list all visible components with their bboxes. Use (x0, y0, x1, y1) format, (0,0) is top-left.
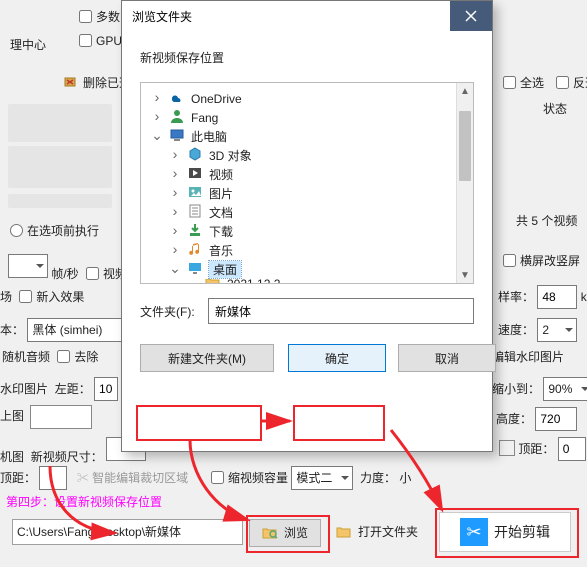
twisty-icon[interactable]: › (151, 93, 163, 105)
twisty-icon[interactable]: › (169, 150, 181, 162)
left-distance-input[interactable] (94, 377, 118, 401)
folder-name-input[interactable] (208, 298, 474, 324)
speed-dropdown[interactable]: 2 (537, 318, 577, 342)
thispc-icon (169, 127, 185, 146)
top-distance2-input[interactable] (39, 466, 67, 490)
blur-area (8, 146, 112, 188)
tree-item-label: 音乐 (209, 242, 233, 259)
tree-item[interactable]: › OneDrive (151, 89, 467, 108)
scroll-down-arrow[interactable]: ▼ (457, 267, 473, 283)
close-icon (465, 10, 477, 22)
folder-search-icon (262, 525, 278, 541)
fps-dropdown[interactable] (8, 254, 48, 278)
cancel-button[interactable]: 取消 (398, 344, 496, 372)
twisty-icon[interactable]: ⌄ (169, 264, 181, 276)
remove-checkbox[interactable] (57, 350, 70, 363)
tree-item[interactable]: › 文档 (151, 203, 467, 222)
dialog-titlebar[interactable]: 浏览文件夹 (122, 1, 492, 31)
tree-item[interactable]: › 3D 对象 (151, 146, 467, 165)
shangtu-label: 上图 (0, 407, 24, 424)
tree-item[interactable]: ⌄ 桌面 (151, 260, 467, 279)
folder-tree[interactable]: ›OneDrive›Fang⌄此电脑›3D 对象›视频›图片›文档›下载›音乐⌄… (140, 82, 474, 284)
tree-item-label: Fang (191, 111, 218, 125)
music-icon (187, 241, 203, 260)
horiz2vert-checkbox[interactable] (503, 254, 516, 267)
scroll-up-arrow[interactable]: ▲ (457, 83, 473, 99)
obj3d-icon (187, 146, 203, 165)
scissors-icon: ✂ (460, 518, 488, 546)
tree-item[interactable]: › 视频 (151, 165, 467, 184)
status-label: 状态 (543, 100, 567, 117)
dialog-title: 浏览文件夹 (132, 8, 192, 25)
tree-item-label: 下载 (209, 223, 233, 240)
tree-item-label: 桌面 (209, 261, 241, 278)
invert-select-checkbox[interactable] (556, 76, 569, 89)
pictures-icon (187, 184, 203, 203)
tree-item-label: 视频 (209, 166, 233, 183)
scroll-thumb[interactable] (459, 111, 471, 181)
onedrive-icon (169, 89, 185, 108)
sample-rate-input[interactable] (537, 285, 577, 309)
twisty-icon[interactable]: ⌄ (151, 131, 163, 143)
mode-dropdown[interactable]: 模式二 (291, 466, 353, 490)
open-folder-button[interactable]: 打开文件夹 (329, 519, 425, 545)
delete-icon (63, 75, 79, 91)
mgr-center-label: 理中心 (10, 36, 46, 53)
twisty-icon[interactable]: › (169, 245, 181, 257)
blur-area (8, 104, 112, 142)
height-input[interactable] (535, 407, 577, 431)
tree-item[interactable]: › 音乐 (151, 241, 467, 260)
shangtu-dropzone[interactable] (30, 405, 92, 429)
docs-icon (187, 203, 203, 222)
tree-item[interactable]: › 图片 (151, 184, 467, 203)
user-icon (169, 108, 185, 127)
browse-button[interactable]: 浏览 (249, 519, 321, 547)
tree-item-label: 3D 对象 (209, 147, 252, 164)
save-path-input[interactable]: C:\Users\Fang\Desktop\新媒体 (12, 519, 243, 545)
xinru-effect-checkbox[interactable] (19, 290, 32, 303)
gpu-checkbox[interactable] (79, 34, 92, 47)
twisty-icon[interactable]: › (169, 188, 181, 200)
browse-folder-dialog: 浏览文件夹 新视频保存位置 › OneDrive › Fang ⌄ 此电脑 › 3D 对象 › 视… (121, 0, 493, 452)
duoshu-checkbox[interactable] (79, 10, 92, 23)
twisty-icon[interactable]: › (151, 112, 163, 124)
blur-area (8, 194, 112, 208)
start-clip-button[interactable]: ✂ 开始剪辑 (439, 512, 571, 552)
count-label: 共 5 个视频 (516, 212, 577, 229)
tree-item-label: 2021.12.2 (227, 279, 280, 284)
shrink-dropdown[interactable]: 90% (543, 377, 587, 401)
new-folder-button[interactable]: 新建文件夹(M) (140, 344, 274, 372)
tree-item[interactable]: ⌄ 此电脑 (151, 127, 467, 146)
folder-open-icon (336, 524, 352, 540)
tree-item-label: 文档 (209, 204, 233, 221)
tree-item-label: OneDrive (191, 92, 242, 106)
video-sharp-checkbox[interactable] (86, 267, 99, 280)
folder-field-label: 文件夹(F): (140, 303, 198, 320)
tree-item-label: 图片 (209, 185, 233, 202)
edit-watermark-link[interactable]: 编辑水印图片 (492, 348, 564, 365)
top-distance-input[interactable] (558, 437, 586, 461)
desktop-icon (187, 260, 203, 279)
select-all-checkbox[interactable] (503, 76, 516, 89)
tree-item-label: 此电脑 (191, 128, 227, 145)
dialog-close-button[interactable] (450, 1, 492, 31)
downloads-icon (187, 222, 203, 241)
twisty-icon[interactable]: › (169, 226, 181, 238)
dialog-message: 新视频保存位置 (122, 31, 492, 74)
folder-icon (205, 279, 221, 284)
before-option-radio[interactable] (10, 224, 23, 237)
tree-item[interactable]: 2021.12.2 (151, 279, 467, 284)
tree-item[interactable]: › Fang (151, 108, 467, 127)
tree-scrollbar[interactable]: ▲ ▼ (456, 83, 473, 283)
label: 多数 (96, 10, 120, 24)
videos-icon (187, 165, 203, 184)
shrink-video-checkbox[interactable] (211, 471, 224, 484)
ok-button[interactable]: 确定 (288, 344, 386, 372)
font-dropdown[interactable]: 黑体 (simhei) (27, 318, 133, 342)
twisty-icon[interactable]: › (169, 207, 181, 219)
color-swatch[interactable] (499, 440, 515, 456)
step4-text: 第四步：设置新视频保存位置 (6, 493, 162, 510)
tree-item[interactable]: › 下载 (151, 222, 467, 241)
twisty-icon[interactable]: › (169, 169, 181, 181)
